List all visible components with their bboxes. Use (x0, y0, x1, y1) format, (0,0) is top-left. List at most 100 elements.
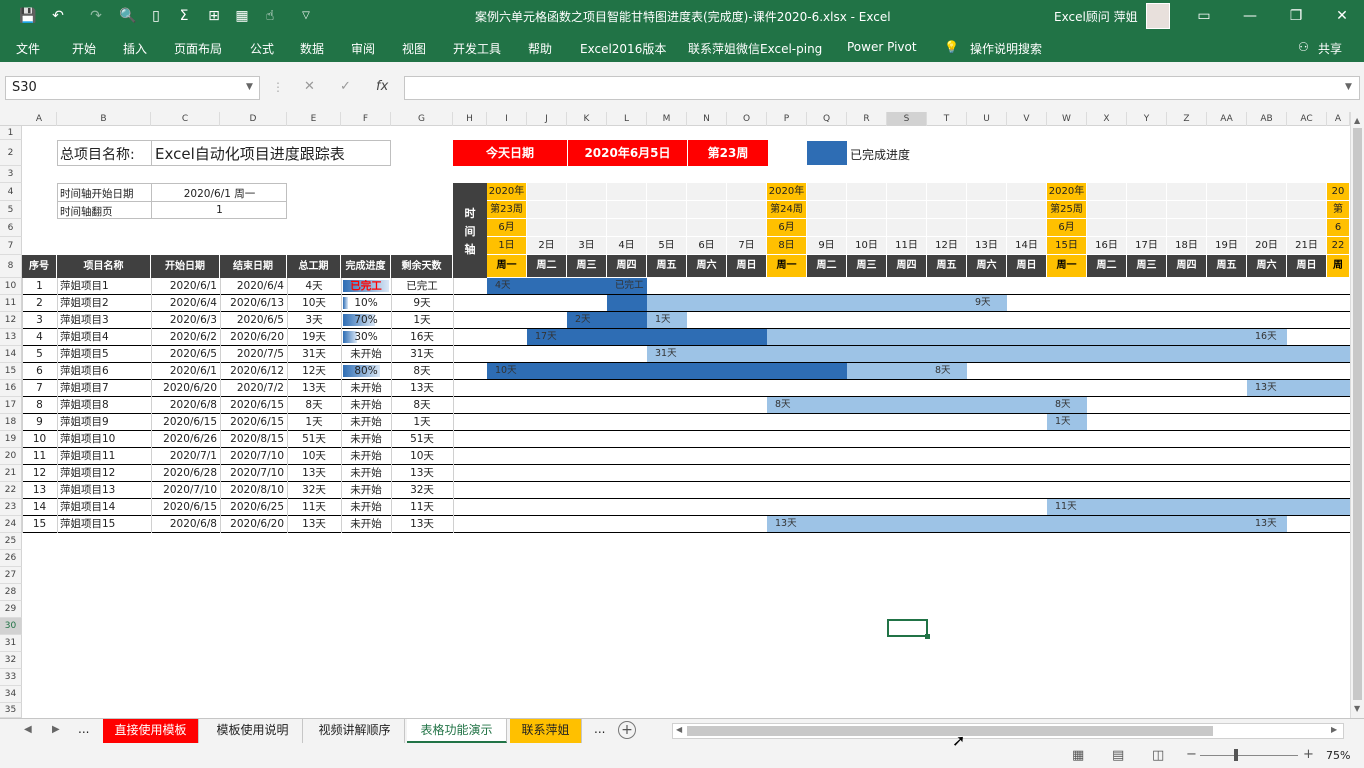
table-cell-remain[interactable]: 8天 (394, 364, 450, 379)
row-header-6[interactable]: 6 (0, 219, 22, 237)
table-cell-end[interactable]: 2020/7/5 (223, 347, 284, 362)
minimize-icon[interactable]: — (1240, 6, 1260, 26)
save-icon[interactable]: 💾 (18, 6, 38, 26)
table-cell-days[interactable]: 10天 (290, 296, 338, 311)
table-cell-no[interactable]: 7 (25, 381, 54, 396)
table-cell-days[interactable]: 12天 (290, 364, 338, 379)
table-cell-pct[interactable]: 未开始 (344, 398, 388, 413)
table-cell-name[interactable]: 萍姐项目2 (60, 296, 148, 311)
table-cell-pct[interactable]: 未开始 (344, 432, 388, 447)
touch-mode-icon[interactable]: ☝ (260, 6, 280, 26)
table-cell-name[interactable]: 萍姐项目12 (60, 466, 148, 481)
row-header-17[interactable]: 17 (0, 397, 22, 414)
restore-icon[interactable]: ❐ (1286, 6, 1306, 26)
column-header-k[interactable]: K (567, 112, 607, 126)
table-cell-no[interactable]: 13 (25, 483, 54, 498)
row-header-10[interactable]: 10 (0, 278, 22, 295)
row-header-1[interactable]: 1 (0, 126, 22, 140)
row-header-31[interactable]: 31 (0, 635, 22, 652)
column-header-y[interactable]: Y (1127, 112, 1167, 126)
table-cell-start[interactable]: 2020/6/8 (154, 517, 217, 532)
row-header-5[interactable]: 5 (0, 201, 22, 219)
close-icon[interactable]: ✕ (1332, 6, 1352, 26)
column-header-d[interactable]: D (220, 112, 287, 126)
table-cell-end[interactable]: 2020/6/15 (223, 398, 284, 413)
table-cell-days[interactable]: 4天 (290, 279, 338, 294)
table-cell-pct[interactable]: 未开始 (344, 517, 388, 532)
tell-me-search[interactable]: 操作说明搜索 (970, 40, 1042, 57)
table-cell-no[interactable]: 14 (25, 500, 54, 515)
table-cell-pct[interactable]: 80% (344, 364, 388, 379)
undo-icon[interactable]: ↶ (48, 6, 68, 26)
table-icon[interactable]: ⊞ (204, 6, 224, 26)
customize-qat-icon[interactable]: ▽ (296, 6, 316, 26)
table-cell-end[interactable]: 2020/6/15 (223, 415, 284, 430)
table-cell-remain[interactable]: 9天 (394, 296, 450, 311)
row-header-33[interactable]: 33 (0, 669, 22, 686)
table-cell-start[interactable]: 2020/6/28 (154, 466, 217, 481)
column-header-l[interactable]: L (607, 112, 647, 126)
table-cell-name[interactable]: 萍姐项目13 (60, 483, 148, 498)
table-cell-name[interactable]: 萍姐项目7 (60, 381, 148, 396)
column-header-n[interactable]: N (687, 112, 727, 126)
table-cell-name[interactable]: 萍姐项目9 (60, 415, 148, 430)
table-cell-name[interactable]: 萍姐项目11 (60, 449, 148, 464)
table-cell-end[interactable]: 2020/6/20 (223, 517, 284, 532)
column-header-m[interactable]: M (647, 112, 687, 126)
row-header-8[interactable]: 8 (0, 255, 22, 278)
column-header-z[interactable]: Z (1167, 112, 1207, 126)
table-cell-pct[interactable]: 未开始 (344, 415, 388, 430)
table-cell-no[interactable]: 12 (25, 466, 54, 481)
table-cell-no[interactable]: 3 (25, 313, 54, 328)
row-header-2[interactable]: 2 (0, 140, 22, 166)
table-cell-no[interactable]: 1 (25, 279, 54, 294)
table-cell-name[interactable]: 萍姐项目1 (60, 279, 148, 294)
chevron-down-icon[interactable]: ▼ (246, 82, 253, 92)
column-header-ab[interactable]: AB (1247, 112, 1287, 126)
column-header-c[interactable]: C (151, 112, 220, 126)
scroll-right-icon[interactable]: ▶ (1331, 725, 1337, 734)
autosum-icon[interactable]: Σ (174, 6, 194, 26)
insert-function-button[interactable]: fx (376, 79, 388, 94)
expand-formula-icon[interactable]: ▼ (1345, 82, 1352, 92)
sheet-tab-template[interactable]: 直接使用模板 (103, 719, 199, 743)
table-cell-pct[interactable]: 30% (344, 330, 388, 345)
table-cell-days[interactable]: 1天 (290, 415, 338, 430)
tab-developer[interactable]: 开发工具 (453, 40, 501, 57)
table-cell-pct[interactable]: 未开始 (344, 381, 388, 396)
table-cell-remain[interactable]: 1天 (394, 313, 450, 328)
column-header-e[interactable]: E (287, 112, 341, 126)
page-layout-icon[interactable]: ▤ (1112, 748, 1124, 763)
row-header-16[interactable]: 16 (0, 380, 22, 397)
column-header-g[interactable]: G (391, 112, 453, 126)
table-cell-no[interactable]: 8 (25, 398, 54, 413)
table-cell-no[interactable]: 2 (25, 296, 54, 311)
column-header-o[interactable]: O (727, 112, 767, 126)
column-header-v[interactable]: V (1007, 112, 1047, 126)
row-header-25[interactable]: 25 (0, 533, 22, 550)
print-preview-icon[interactable]: 🔍 (118, 6, 138, 26)
table-cell-name[interactable]: 萍姐项目8 (60, 398, 148, 413)
grid-icon[interactable]: ▦ (232, 6, 252, 26)
more-sheets-left[interactable]: ... (78, 722, 89, 736)
table-cell-end[interactable]: 2020/8/15 (223, 432, 284, 447)
table-cell-start[interactable]: 2020/6/26 (154, 432, 217, 447)
zoom-slider-thumb[interactable] (1234, 749, 1238, 761)
table-cell-start[interactable]: 2020/6/2 (154, 330, 217, 345)
column-header-u[interactable]: U (967, 112, 1007, 126)
table-cell-end[interactable]: 2020/7/10 (223, 449, 284, 464)
row-header-23[interactable]: 23 (0, 499, 22, 516)
table-cell-start[interactable]: 2020/6/8 (154, 398, 217, 413)
fill-handle[interactable] (925, 634, 930, 639)
table-cell-remain[interactable]: 13天 (394, 517, 450, 532)
scroll-left-icon[interactable]: ◀ (676, 725, 682, 734)
tab-insert[interactable]: 插入 (123, 40, 147, 57)
tab-file[interactable]: 文件 (16, 40, 40, 57)
tab-home[interactable]: 开始 (72, 40, 96, 57)
table-cell-pct[interactable]: 未开始 (344, 347, 388, 362)
column-header-r[interactable]: R (847, 112, 887, 126)
page-break-icon[interactable]: ◫ (1152, 748, 1164, 763)
table-cell-remain[interactable]: 10天 (394, 449, 450, 464)
horizontal-scrollbar[interactable]: ◀ ▶ (672, 723, 1344, 739)
table-cell-pct[interactable]: 未开始 (344, 500, 388, 515)
